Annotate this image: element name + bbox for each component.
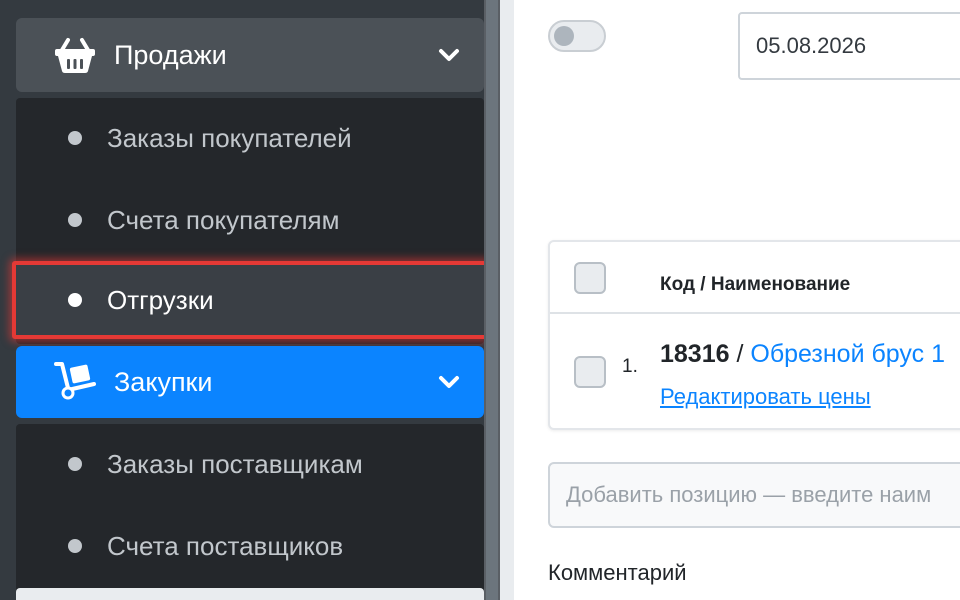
circle-icon: [68, 213, 82, 227]
date-field[interactable]: 05.08.2026: [738, 12, 960, 80]
sidebar-next-group[interactable]: [16, 588, 484, 600]
product-name-link[interactable]: Обрезной брус 1: [750, 340, 945, 368]
content-gutter: [500, 0, 514, 600]
table-header: Код / Наименование: [550, 242, 960, 314]
comment-label: Комментарий: [548, 560, 687, 585]
sidebar-scrollbar[interactable]: [484, 0, 500, 600]
product-code: 18316: [660, 340, 730, 368]
row-checkbox[interactable]: [574, 356, 606, 388]
table-row: 1. 18316 / Обрезной брус 1 Редактировать…: [550, 314, 960, 430]
toggle-switch[interactable]: [548, 20, 606, 52]
sidebar-item-label: Счета покупателям: [107, 205, 340, 235]
basket-icon: [54, 36, 96, 74]
sidebar-item-label: Счета поставщиков: [107, 531, 344, 561]
chevron-down-icon: [438, 45, 460, 65]
sidebar-group-sales[interactable]: Продажи: [16, 18, 484, 92]
sidebar-item-label: Заказы поставщикам: [107, 449, 363, 479]
circle-icon: [68, 131, 82, 145]
circle-icon: [68, 457, 82, 471]
circle-icon: [68, 293, 82, 307]
sidebar-item-supplier-orders[interactable]: Заказы поставщикам: [16, 426, 484, 500]
sidebar: Продажи Заказы покупателей Счета покупат…: [0, 0, 500, 600]
toggle-knob: [554, 26, 574, 46]
sidebar-item-label: Заказы покупателей: [107, 123, 352, 153]
sidebar-group-label: Продажи: [114, 40, 227, 70]
edit-prices-link[interactable]: Редактировать цены: [660, 384, 871, 410]
row-number: 1.: [622, 356, 638, 377]
positions-table: Код / Наименование 1. 18316 / Обрезной б…: [548, 240, 960, 430]
row-code-name: 18316 / Обрезной брус 1: [660, 340, 945, 369]
scrollbar-thumb[interactable]: [486, 0, 498, 600]
select-all-checkbox[interactable]: [574, 262, 606, 294]
sidebar-item-customer-orders[interactable]: Заказы покупателей: [16, 100, 484, 174]
dolly-icon: [54, 360, 96, 400]
chevron-down-icon: [438, 372, 460, 392]
sidebar-item-label: Отгрузки: [107, 285, 214, 315]
sidebar-item-supplier-invoices[interactable]: Счета поставщиков: [16, 508, 484, 582]
sidebar-group-purchases[interactable]: Закупки: [16, 346, 484, 418]
sidebar-item-shipments[interactable]: Отгрузки: [12, 261, 488, 339]
sidebar-group-label: Закупки: [114, 367, 213, 397]
sidebar-item-customer-invoices[interactable]: Счета покупателям: [16, 182, 484, 256]
add-position-input[interactable]: Добавить позицию — введите наим: [548, 462, 960, 528]
circle-icon: [68, 539, 82, 553]
main-content: 05.08.2026 Код / Наименование 1. 18316 /…: [514, 0, 960, 600]
code-separator: /: [729, 340, 751, 368]
